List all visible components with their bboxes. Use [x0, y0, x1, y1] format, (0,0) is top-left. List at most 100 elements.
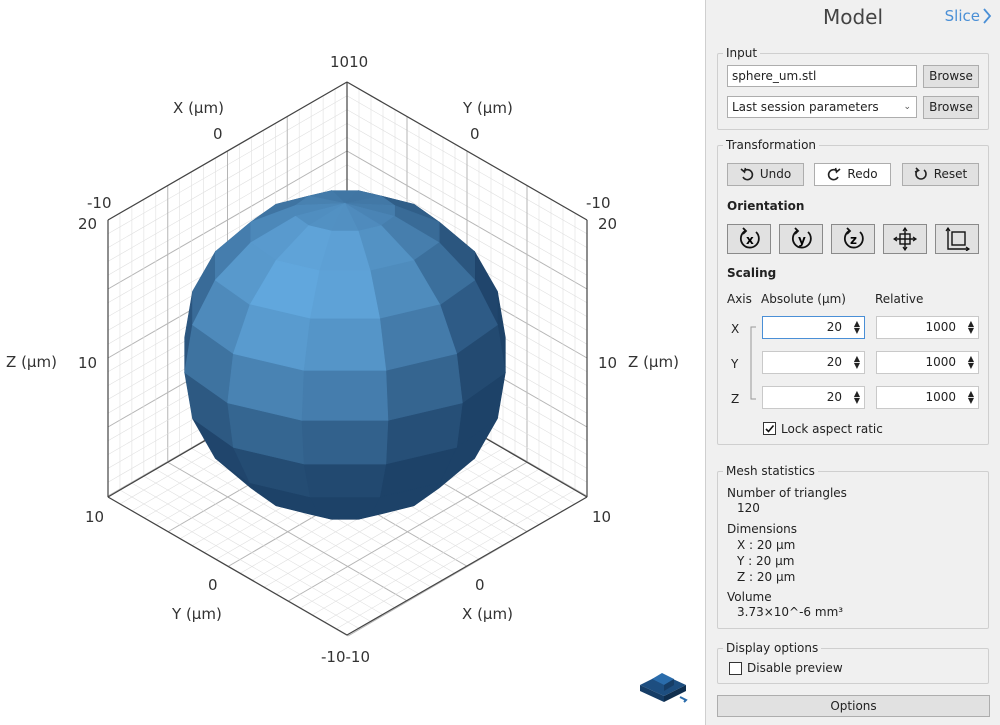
spinner-arrows-icon[interactable]: ▲ ▼: [854, 320, 860, 335]
disable-preview-label[interactable]: Disable preview: [747, 661, 843, 675]
input-group: Input sphere_um.stl Browse Last session …: [717, 46, 989, 130]
scale-y-absolute-value: 20: [826, 355, 842, 369]
tick-left-20: 20: [78, 215, 97, 233]
scaling-heading: Scaling: [727, 266, 777, 280]
undo-icon: [740, 167, 753, 181]
undo-button[interactable]: Undo: [727, 163, 804, 186]
rotate-z-icon: z: [844, 227, 864, 249]
mesh-statistics-label: Mesh statistics: [723, 464, 818, 478]
scale-z-absolute-value: 20: [826, 390, 842, 404]
svg-text:x: x: [746, 233, 754, 247]
rotate-z-button[interactable]: z: [831, 224, 875, 254]
dimensions-label: Dimensions: [727, 522, 798, 536]
rotate-y-button[interactable]: y: [779, 224, 823, 254]
printer-icon[interactable]: [640, 673, 688, 703]
scale-y-absolute-input[interactable]: 20 ▲ ▼: [762, 351, 865, 374]
undo-label: Undo: [759, 167, 792, 181]
spinner-arrows-icon[interactable]: ▲ ▼: [968, 320, 974, 335]
z-axis-label-right: Z (µm): [628, 353, 679, 371]
transformation-group-label: Transformation: [723, 138, 820, 152]
model-panel: Model Slice Input sphere_um.stl Browse L…: [705, 0, 1000, 725]
x-axis-label-bottom: X (µm): [462, 605, 513, 623]
browse-parameters-button[interactable]: Browse: [923, 96, 979, 119]
scale-row-x-axis: X: [731, 322, 740, 336]
volume-label: Volume: [727, 590, 772, 604]
tick-lower-left-zero: 0: [208, 576, 218, 594]
spinner-arrows-icon[interactable]: ▲ ▼: [968, 355, 974, 370]
reset-icon: [914, 167, 927, 180]
scale-x-relative-value: 1000: [925, 320, 956, 334]
tick-y-zero: 0: [470, 125, 480, 143]
tick-left-10-low: 10: [85, 508, 104, 526]
align-corner-button[interactable]: [935, 224, 979, 254]
spinner-arrows-icon[interactable]: ▲ ▼: [968, 390, 974, 405]
disable-preview-checkbox[interactable]: [729, 662, 742, 675]
rotate-x-icon: x: [740, 227, 760, 249]
scale-y-relative-value: 1000: [925, 355, 956, 369]
lock-aspect-label[interactable]: Lock aspect ratic: [781, 422, 883, 436]
redo-icon: [828, 167, 841, 181]
tick-right-10-low: 10: [592, 508, 611, 526]
absolute-column-header: Absolute (µm): [761, 292, 846, 306]
triangles-value: 120: [737, 501, 760, 515]
align-corner-icon: [945, 227, 971, 251]
display-options-label: Display options: [723, 641, 822, 655]
sphere-mesh[interactable]: [184, 190, 506, 520]
relative-column-header: Relative: [875, 292, 924, 306]
tick-right-10: 10: [598, 354, 617, 372]
checkmark-icon: [765, 424, 775, 433]
browse-file-button[interactable]: Browse: [923, 65, 979, 88]
triangles-label: Number of triangles: [727, 486, 847, 500]
scale-y-relative-input[interactable]: 1000 ▲ ▼: [876, 351, 979, 374]
tick-bottom-corner: -10-10: [321, 648, 370, 666]
scale-z-relative-input[interactable]: 1000 ▲ ▼: [876, 386, 979, 409]
dimension-x: X : 20 µm: [737, 538, 796, 552]
dimension-y: Y : 20 µm: [737, 554, 795, 568]
spinner-arrows-icon[interactable]: ▲ ▼: [854, 355, 860, 370]
svg-text:y: y: [798, 233, 806, 247]
slice-nav-link[interactable]: Slice: [945, 7, 992, 25]
y-axis-label-top: Y (µm): [462, 99, 513, 117]
viewport-canvas[interactable]: X (µm) Y (µm) Z (µm) Z (µm) Y (µm) X (µm…: [0, 0, 705, 725]
model-viewport[interactable]: X (µm) Y (µm) Z (µm) Z (µm) Y (µm) X (µm…: [0, 0, 705, 725]
redo-label: Redo: [847, 167, 878, 181]
lock-bracket: [750, 326, 756, 400]
tick-right-20: 20: [598, 215, 617, 233]
lock-aspect-checkbox[interactable]: [763, 422, 776, 435]
parameters-select-value: Last session parameters: [732, 100, 879, 114]
input-group-label: Input: [723, 46, 761, 60]
dimension-z: Z : 20 µm: [737, 570, 796, 584]
scale-x-relative-input[interactable]: 1000 ▲ ▼: [876, 316, 979, 339]
options-button[interactable]: Options: [717, 695, 990, 717]
slice-nav-label: Slice: [944, 7, 980, 25]
spinner-arrows-icon[interactable]: ▲ ▼: [854, 390, 860, 405]
tick-lower-right-zero: 0: [475, 576, 485, 594]
scale-row-z-axis: Z: [731, 392, 740, 406]
chevron-right-icon: [983, 8, 992, 24]
file-path-field[interactable]: sphere_um.stl: [727, 65, 917, 87]
svg-text:z: z: [850, 233, 857, 247]
center-icon: [893, 227, 918, 251]
orientation-heading: Orientation: [727, 199, 805, 213]
rotate-y-icon: y: [792, 227, 812, 249]
mesh-statistics-group: Mesh statistics Number of triangles 120 …: [717, 464, 989, 629]
scale-x-absolute-input[interactable]: 20 ▲ ▼: [762, 316, 865, 339]
center-model-button[interactable]: [883, 224, 927, 254]
parameters-select[interactable]: Last session parameters ⌄: [727, 96, 917, 118]
reset-button[interactable]: Reset: [902, 163, 979, 186]
panel-header: Model Slice: [706, 0, 1000, 38]
reset-label: Reset: [933, 167, 968, 181]
scale-z-absolute-input[interactable]: 20 ▲ ▼: [762, 386, 865, 409]
display-options-group: Display options Disable preview: [717, 641, 989, 684]
axis-column-header: Axis: [727, 292, 752, 306]
chevron-down-icon: ⌄: [903, 102, 911, 112]
z-axis-label-left: Z (µm): [6, 353, 57, 371]
x-axis-label-top: X (µm): [173, 99, 224, 117]
transformation-group: Transformation Undo Redo Reset Orientati…: [717, 138, 989, 445]
scale-row-y-axis: Y: [731, 357, 739, 371]
tick-right-m10: -10: [586, 194, 611, 212]
tick-x-zero: 0: [213, 125, 223, 143]
redo-button[interactable]: Redo: [814, 163, 891, 186]
tick-left-m10: -10: [87, 194, 112, 212]
rotate-x-button[interactable]: x: [727, 224, 771, 254]
